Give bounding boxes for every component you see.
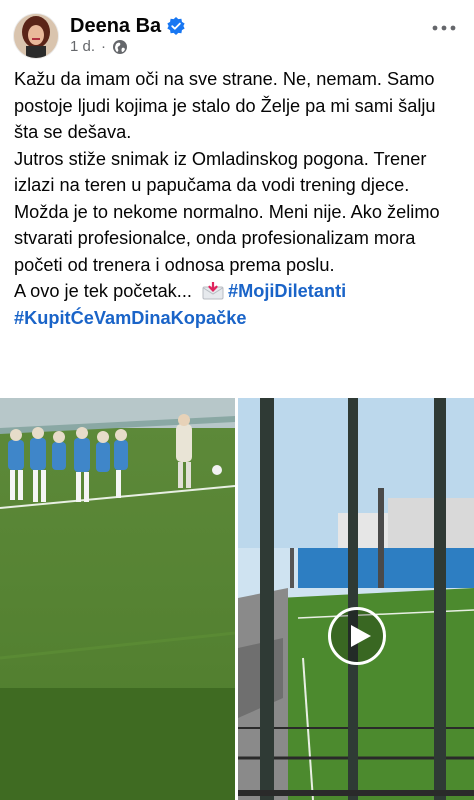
post-paragraph-3: Možda je to nekome normalno. Meni nije. … <box>14 201 440 275</box>
avatar[interactable] <box>14 14 58 58</box>
media-gallery <box>0 398 474 800</box>
post-time[interactable]: 1 d. <box>70 38 95 55</box>
photo-thumbnail[interactable] <box>0 398 235 800</box>
play-button[interactable] <box>328 607 386 665</box>
hashtag-link-2[interactable]: #KupitĆeVamDinaKopačke <box>14 308 246 328</box>
author-name[interactable]: Deena Ba <box>70 14 161 38</box>
post-closing-line: A ovo je tek početak... <box>14 281 192 301</box>
post-header: Deena Ba 1 d. · <box>0 0 474 66</box>
play-icon <box>351 625 371 647</box>
incoming-envelope-icon <box>202 282 224 300</box>
separator-dot: · <box>101 38 107 55</box>
globe-icon <box>113 39 128 54</box>
post-text: Kažu da imam oči na sve strane. Ne, nema… <box>14 66 464 331</box>
video-thumbnail[interactable] <box>238 398 474 800</box>
post-paragraph-2: Jutros stiže snimak iz Omladinskog pogon… <box>14 148 427 196</box>
post-paragraph-1: Kažu da imam oči na sve strane. Ne, nema… <box>14 69 436 142</box>
verified-icon <box>167 17 185 35</box>
hashtag-link-1[interactable]: #MojiDiletanti <box>228 281 346 301</box>
more-options-icon[interactable] <box>430 18 458 38</box>
